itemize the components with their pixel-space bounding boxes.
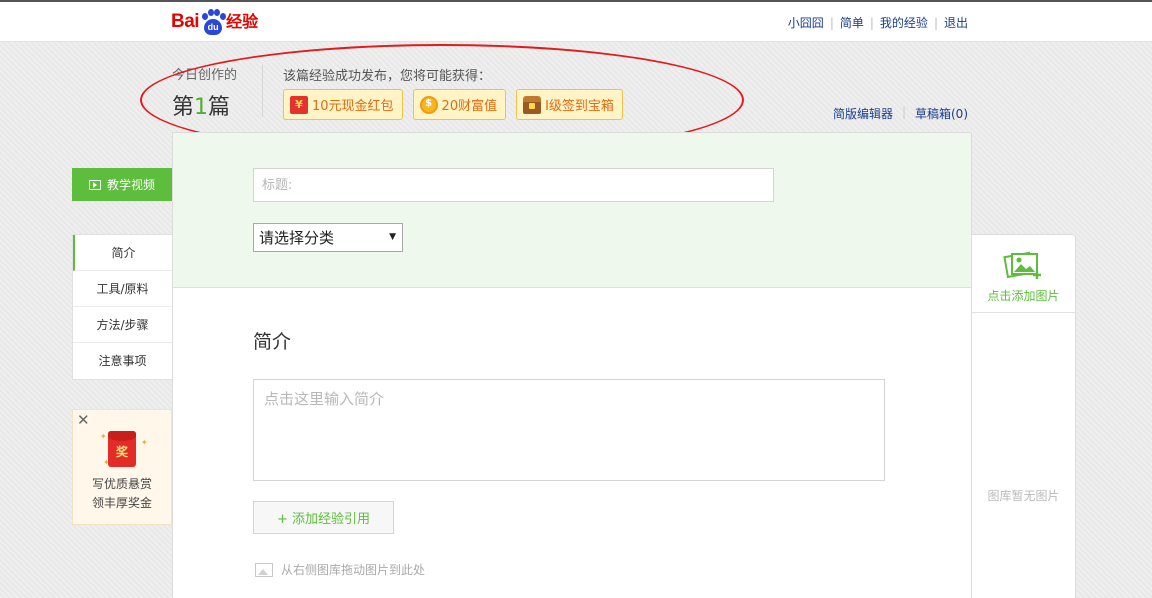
- editor-toolbar: 简版编辑器 | 草稿箱(0): [833, 105, 968, 122]
- editor-panel: 请选择分类 ▼ 简介 点击这里输入简介 + 添加经验引用 从右侧图库拖动图片到此…: [172, 132, 972, 598]
- treasure-chest-icon: [523, 95, 542, 114]
- intro-textarea[interactable]: 点击这里输入简介: [253, 379, 885, 481]
- logout-link[interactable]: 退出: [944, 14, 968, 31]
- nav-item-notes[interactable]: 注意事项: [73, 343, 172, 379]
- gallery-empty-text: 图库暂无图片: [987, 489, 1060, 503]
- logo-text-jingyan: 经验: [226, 12, 259, 31]
- reward-checkin-chest[interactable]: I级签到宝箱: [516, 89, 623, 120]
- username-link[interactable]: 小囧囧: [788, 14, 824, 31]
- logo-text-du: du: [204, 19, 223, 35]
- reward-title: 该篇经验成功发布，您将可能获得：: [283, 69, 492, 84]
- video-icon: [88, 179, 101, 190]
- count-suffix: 篇: [208, 95, 231, 120]
- category-select-value: 请选择分类: [259, 229, 335, 247]
- nav-item-intro[interactable]: 简介: [73, 235, 172, 271]
- sparkle-icon: ✦: [141, 438, 148, 447]
- link-separator: |: [869, 15, 874, 30]
- simple-editor-link[interactable]: 简版编辑器: [833, 105, 893, 122]
- count-number: 1: [194, 95, 209, 120]
- baidu-paw-icon: du: [200, 9, 227, 36]
- add-image-icon: [1003, 251, 1041, 279]
- add-image-button[interactable]: 点击添加图片: [972, 235, 1075, 313]
- nav-item-tools[interactable]: 工具/原料: [73, 271, 172, 307]
- promo-line-1: 写优质悬赏: [91, 477, 152, 491]
- toolbar-separator: |: [901, 105, 906, 119]
- reward-label: 10元现金红包: [312, 99, 394, 114]
- category-select[interactable]: 请选择分类 ▼: [253, 223, 403, 252]
- today-count-value: 第1篇: [172, 89, 237, 121]
- today-created-count: 今日创作的 第1篇: [172, 64, 237, 121]
- coin-icon: [419, 95, 438, 114]
- reward-list: 10元现金红包 20财富值 I级签到宝箱: [283, 89, 633, 120]
- reward-label: I级签到宝箱: [545, 99, 614, 114]
- nav-item-steps[interactable]: 方法/步骤: [73, 307, 172, 343]
- link-separator: |: [829, 15, 834, 30]
- top-header: Bai du 经验 小囧囧 | 简单 | 我的经验 | 退出: [0, 2, 1152, 42]
- red-envelope-icon: [290, 95, 308, 114]
- tutorial-video-label: 教学视频: [106, 178, 155, 192]
- vertical-divider: [262, 65, 263, 117]
- red-envelope-icon: 奖: [108, 431, 136, 467]
- dropdown-arrow-icon: ▼: [389, 232, 396, 242]
- image-gallery-panel: 点击添加图片 图库暂无图片: [972, 234, 1076, 598]
- promo-line-2: 领丰厚奖金: [91, 496, 152, 510]
- reward-wealth-points[interactable]: 20财富值: [412, 89, 507, 120]
- count-prefix: 第: [172, 95, 195, 120]
- reward-cash-envelope[interactable]: 10元现金红包: [283, 89, 403, 120]
- drafts-link[interactable]: 草稿箱(0): [915, 105, 968, 122]
- my-experience-link[interactable]: 我的经验: [880, 14, 928, 31]
- logo-text-bai: Bai: [171, 11, 200, 32]
- section-title: 简介: [253, 331, 292, 353]
- tutorial-video-button[interactable]: 教学视频: [72, 168, 172, 201]
- sparkle-icon: ✦: [100, 432, 107, 441]
- image-icon: [255, 562, 273, 577]
- simple-link[interactable]: 简单: [840, 14, 864, 31]
- drag-image-hint: 从右侧图库拖动图片到此处: [255, 561, 425, 578]
- bounty-promo-card[interactable]: ✕ ✦ ✦ ✦ 奖 写优质悬赏 领丰厚奖金: [72, 409, 172, 525]
- section-nav: 简介 工具/原料 方法/步骤 注意事项: [72, 234, 172, 380]
- reward-label: 20财富值: [441, 99, 498, 114]
- today-label: 今日创作的: [172, 68, 238, 83]
- user-links: 小囧囧 | 简单 | 我的经验 | 退出: [788, 14, 968, 31]
- drag-hint-text: 从右侧图库拖动图片到此处: [281, 563, 426, 577]
- baidu-jingyan-logo[interactable]: Bai du 经验: [171, 6, 258, 36]
- link-separator: |: [933, 15, 938, 30]
- title-input[interactable]: [253, 168, 774, 202]
- add-reference-button[interactable]: + 添加经验引用: [253, 501, 394, 534]
- add-image-label: 点击添加图片: [987, 289, 1060, 303]
- envelope-text: 奖: [115, 445, 128, 459]
- close-icon[interactable]: ✕: [77, 412, 90, 428]
- title-area: [173, 133, 971, 288]
